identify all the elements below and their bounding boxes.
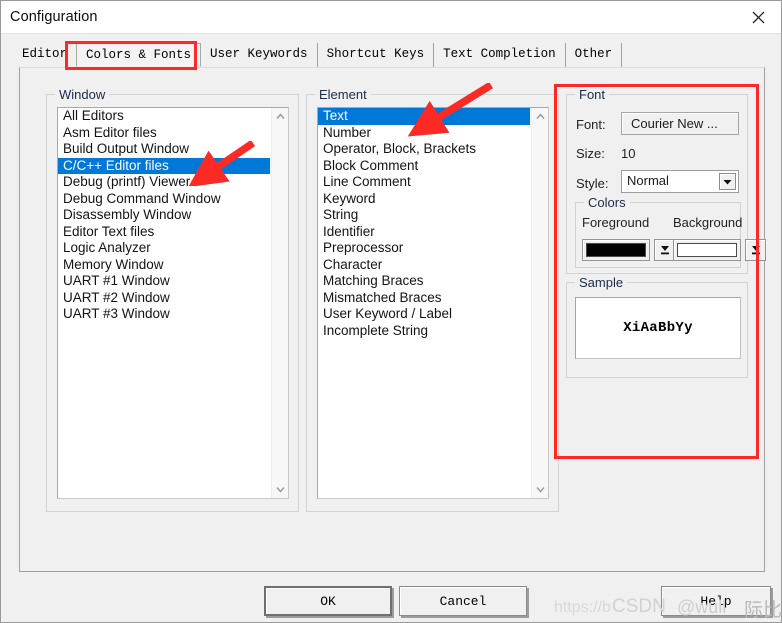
chevron-down-icon[interactable] bbox=[532, 481, 548, 498]
tab-user-keywords[interactable]: User Keywords bbox=[201, 43, 318, 67]
foreground-label: Foreground bbox=[582, 215, 650, 230]
background-label: Background bbox=[673, 215, 743, 230]
chevron-down-glyph bbox=[276, 487, 285, 493]
window-list-item[interactable]: UART #3 Window bbox=[58, 306, 270, 323]
background-color-swatch bbox=[677, 243, 737, 257]
chevron-down-icon[interactable] bbox=[272, 481, 288, 498]
element-list-item[interactable]: Text bbox=[318, 108, 530, 125]
window-list-item[interactable]: Debug (printf) Viewer bbox=[58, 174, 270, 191]
tab-other[interactable]: Other bbox=[566, 43, 623, 67]
tab-colors-and-fonts[interactable]: Colors & Fonts bbox=[76, 43, 202, 67]
element-list-item[interactable]: Identifier bbox=[318, 224, 530, 241]
tab-text-completion[interactable]: Text Completion bbox=[434, 43, 566, 67]
colors-group-title: Colors bbox=[584, 195, 630, 210]
tab-shortcut-keys[interactable]: Shortcut Keys bbox=[318, 43, 435, 67]
window-list-item[interactable]: Editor Text files bbox=[58, 224, 270, 241]
sample-text: XiAaBbYy bbox=[623, 320, 693, 336]
element-list-item[interactable]: Line Comment bbox=[318, 174, 530, 191]
window-list-item[interactable]: C/C++ Editor files bbox=[58, 157, 270, 174]
foreground-color-swatch bbox=[586, 243, 646, 257]
element-list-item[interactable]: Incomplete String bbox=[318, 323, 530, 340]
window-group: Window All Editors Asm Editor files Build … bbox=[46, 87, 299, 512]
element-list-item[interactable]: User Keyword / Label bbox=[318, 306, 530, 323]
style-dropdown-value: Normal bbox=[627, 173, 669, 188]
element-list-item[interactable]: Character bbox=[318, 257, 530, 274]
element-group-title: Element bbox=[315, 87, 371, 102]
window-list-item[interactable]: Asm Editor files bbox=[58, 125, 270, 142]
font-field-label: Font: bbox=[576, 117, 606, 132]
window-group-title: Window bbox=[55, 87, 110, 102]
element-listbox[interactable]: Text Number Operator, Block, Brackets Block… bbox=[317, 107, 549, 499]
element-list-item[interactable]: String bbox=[318, 207, 530, 224]
window-list-item[interactable]: All Editors bbox=[58, 108, 270, 125]
sample-group-title: Sample bbox=[575, 275, 628, 290]
element-list-item[interactable]: Operator, Block, Brackets bbox=[318, 141, 530, 158]
window-list-item[interactable]: Build Output Window bbox=[58, 141, 270, 158]
color-dropdown-glyph bbox=[660, 246, 669, 255]
foreground-color-button[interactable] bbox=[582, 239, 650, 261]
window-list-item[interactable]: Debug Command Window bbox=[58, 191, 270, 208]
ok-button[interactable]: OK bbox=[264, 586, 392, 616]
window-title: Configuration bbox=[10, 9, 98, 25]
colors-group: Colors Foreground Background bbox=[575, 195, 766, 268]
element-list-scrollbar[interactable] bbox=[531, 108, 548, 498]
chevron-up-glyph bbox=[276, 113, 285, 119]
watermark-brand: CSDN bbox=[612, 596, 666, 617]
color-dropdown-icon[interactable] bbox=[745, 239, 766, 261]
background-color-control[interactable] bbox=[673, 239, 766, 261]
size-field-label: Size: bbox=[576, 146, 605, 161]
window-list-item[interactable]: Disassembly Window bbox=[58, 207, 270, 224]
chevron-up-icon[interactable] bbox=[532, 108, 548, 125]
font-group: Font Font: Courier New ... Size: 10 Styl… bbox=[566, 87, 766, 274]
size-value: 10 bbox=[621, 146, 636, 161]
element-list-item[interactable]: Mismatched Braces bbox=[318, 290, 530, 307]
chevron-down-glyph bbox=[723, 179, 732, 184]
style-field-label: Style: bbox=[576, 176, 609, 191]
window-list-item[interactable]: UART #1 Window bbox=[58, 273, 270, 290]
element-list-item[interactable]: Keyword bbox=[318, 191, 530, 208]
sample-preview: XiAaBbYy bbox=[575, 297, 741, 359]
chevron-up-icon[interactable] bbox=[272, 108, 288, 125]
color-dropdown-glyph bbox=[751, 246, 760, 255]
window-list-item[interactable]: Logic Analyzer bbox=[58, 240, 270, 257]
window-list-item[interactable]: UART #2 Window bbox=[58, 290, 270, 307]
element-list-items: Text Number Operator, Block, Brackets Block… bbox=[318, 108, 530, 339]
tab-editor[interactable]: Editor bbox=[13, 43, 76, 67]
close-icon[interactable] bbox=[735, 1, 781, 33]
window-listbox[interactable]: All Editors Asm Editor files Build Output … bbox=[57, 107, 289, 499]
window-list-items: All Editors Asm Editor files Build Output … bbox=[58, 108, 270, 323]
color-dropdown-icon[interactable] bbox=[654, 239, 675, 261]
window-list-item[interactable]: Memory Window bbox=[58, 257, 270, 274]
chevron-down-icon[interactable] bbox=[719, 173, 736, 190]
style-dropdown[interactable]: Normal bbox=[621, 170, 739, 193]
help-button[interactable]: Help bbox=[661, 586, 771, 616]
element-list-item[interactable]: Number bbox=[318, 125, 530, 142]
tab-content-panel: Window All Editors Asm Editor files Build … bbox=[19, 67, 766, 572]
title-bar: Configuration bbox=[1, 1, 781, 34]
element-list-item[interactable]: Preprocessor bbox=[318, 240, 530, 257]
font-group-title: Font bbox=[575, 87, 610, 102]
watermark-url: https://b bbox=[554, 599, 611, 616]
font-picker-button[interactable]: Courier New ... bbox=[621, 112, 739, 135]
tab-strip: Editor Colors & Fonts User Keywords Shor… bbox=[1, 34, 781, 67]
foreground-color-control[interactable] bbox=[582, 239, 675, 261]
chevron-up-glyph bbox=[536, 113, 545, 119]
cancel-button[interactable]: Cancel bbox=[399, 586, 527, 616]
configuration-dialog: Configuration Editor Colors & Fonts User… bbox=[0, 0, 782, 623]
element-group: Element Text Number Operator, Block, Brack… bbox=[306, 87, 559, 512]
element-list-item[interactable]: Block Comment bbox=[318, 158, 530, 175]
close-glyph bbox=[752, 11, 764, 23]
window-list-scrollbar[interactable] bbox=[271, 108, 288, 498]
tab-list: Editor Colors & Fonts User Keywords Shor… bbox=[13, 43, 623, 67]
sample-group: Sample XiAaBbYy bbox=[566, 275, 748, 378]
background-color-button[interactable] bbox=[673, 239, 741, 261]
element-list-item[interactable]: Matching Braces bbox=[318, 273, 530, 290]
chevron-down-glyph bbox=[536, 487, 545, 493]
